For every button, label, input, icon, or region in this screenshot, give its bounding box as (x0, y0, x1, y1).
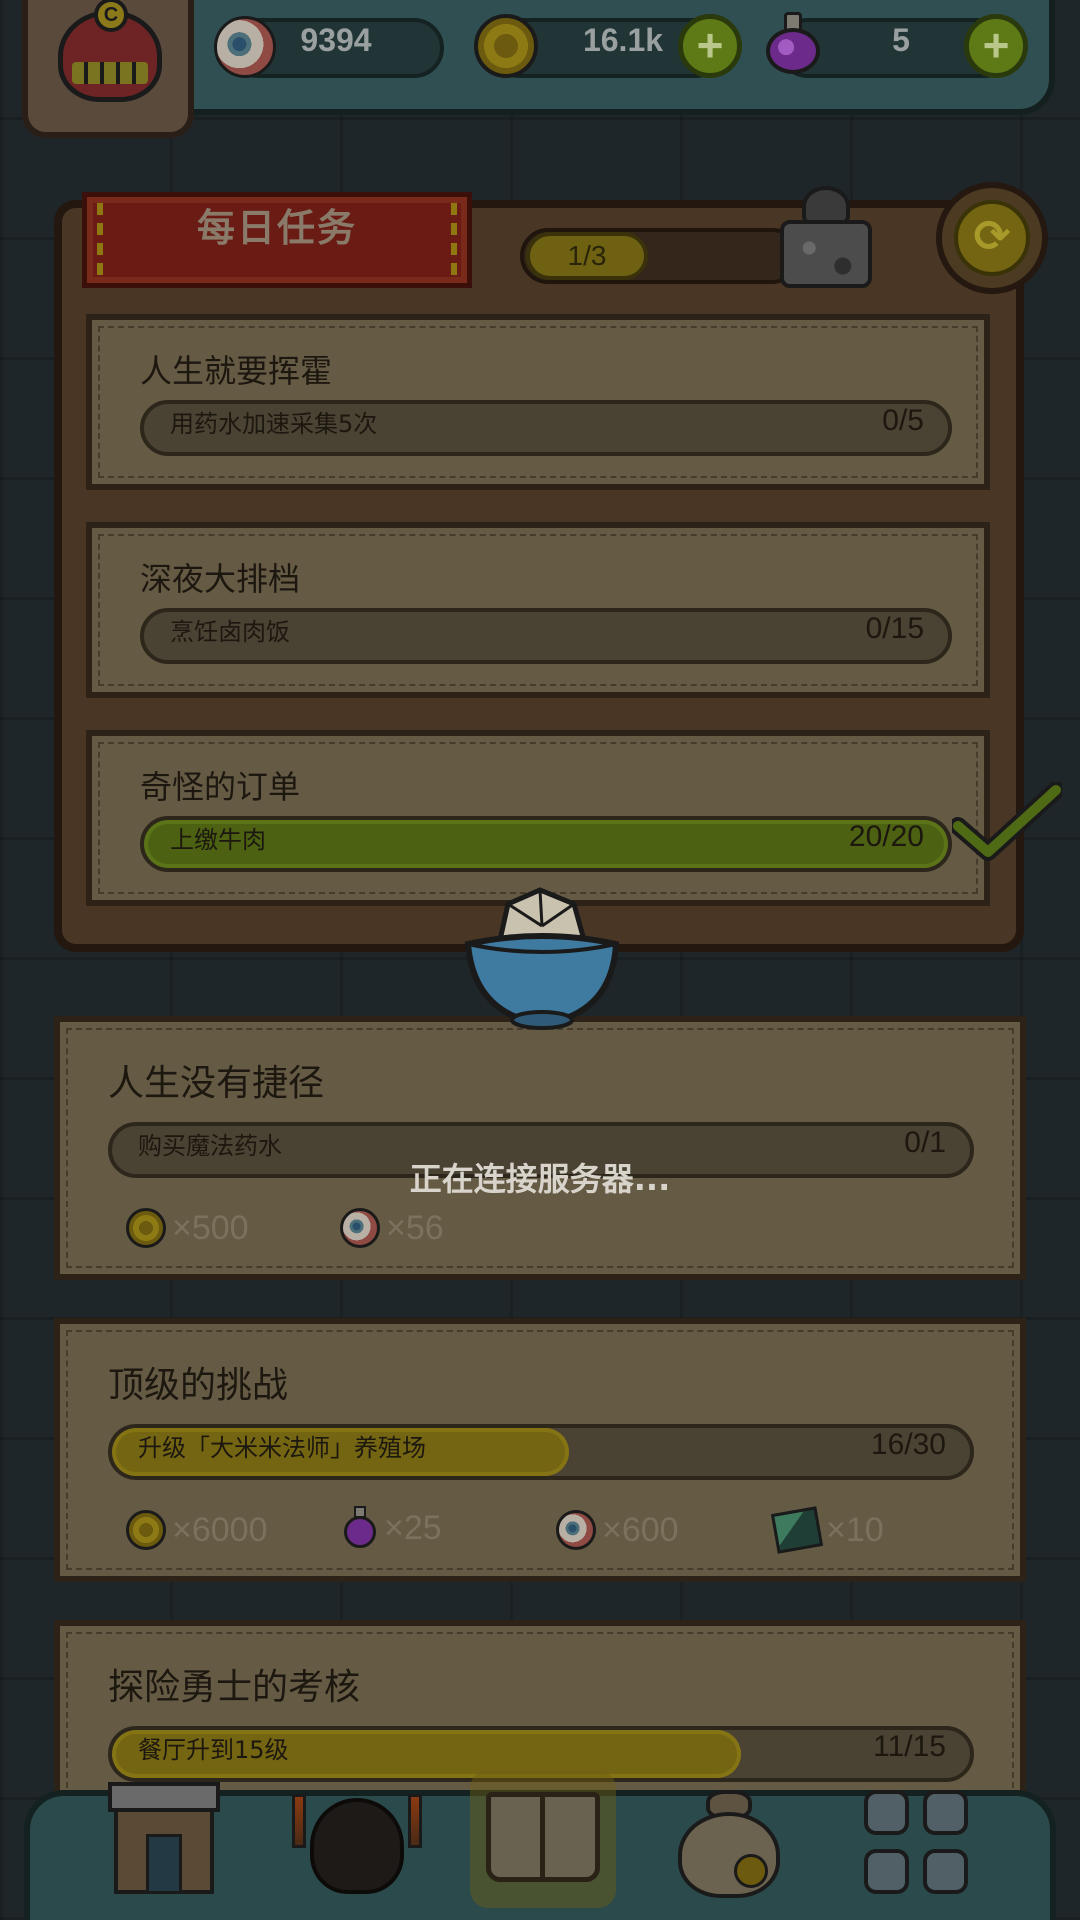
challenge-title: 顶级的挑战 (108, 1365, 289, 1406)
refresh-icon: ⟳ (954, 200, 1030, 276)
challenge-count: 11/15 (873, 1730, 946, 1763)
nav-monster-button[interactable] (292, 1784, 422, 1900)
challenge-description: 餐厅升到15级 (138, 1736, 289, 1764)
coin-bag-icon (678, 1812, 780, 1898)
mission-progress-bar: 上缴牛肉 20/20 (140, 816, 952, 872)
challenge-title: 人生没有捷径 (108, 1063, 325, 1104)
reward-item: ×500 (126, 1208, 249, 1248)
reward-item: ×25 (342, 1506, 442, 1550)
potion-icon (764, 12, 822, 76)
reward-amount: ×56 (386, 1208, 444, 1247)
reward-amount: ×500 (172, 1208, 249, 1247)
eye-icon (340, 1208, 380, 1248)
daily-mission-card: 人生就要挥霍 用药水加速采集5次 0/5 (86, 314, 990, 490)
connecting-status-text: 正在连接服务器... (409, 1160, 671, 1198)
card-icon (770, 1506, 824, 1554)
challenge-card: 顶级的挑战 升级「大米米法师」养殖场 16/30 ×6000 ×25 ×600 … (54, 1318, 1026, 1582)
challenge-card: 人生没有捷径 购买魔法药水 0/1 ×500 ×56 (54, 1016, 1026, 1280)
mission-progress-bar: 用药水加速采集5次 0/5 (140, 400, 952, 456)
coin-icon (474, 14, 538, 78)
nav-coin-bag-button[interactable] (676, 1784, 782, 1900)
daily-mission-card: 奇怪的订单 上缴牛肉 20/20 (86, 730, 990, 906)
reward-item: ×56 (340, 1208, 444, 1248)
nav-quest-book-button[interactable] (470, 1770, 616, 1908)
reward-amount: ×10 (826, 1510, 884, 1549)
reward-item: ×600 (556, 1510, 679, 1550)
add-coins-button[interactable]: + (678, 14, 742, 78)
mission-count: 0/15 (865, 612, 924, 645)
mission-description: 烹饪卤肉饭 (170, 618, 290, 646)
potion-icon (342, 1506, 378, 1550)
reward-item: ×6000 (126, 1510, 268, 1550)
mission-count: 0/5 (882, 404, 924, 437)
gift-box-icon[interactable] (776, 180, 876, 292)
mission-title: 深夜大排档 (140, 560, 301, 598)
monster-teeth (72, 62, 148, 84)
challenge-count: 16/30 (870, 1428, 946, 1461)
challenge-title: 探险勇士的考核 (108, 1667, 361, 1708)
reward-item: ×10 (770, 1506, 884, 1554)
mission-description: 上缴牛肉 (170, 826, 266, 854)
reward-amount: ×6000 (172, 1510, 268, 1549)
daily-mission-card: 深夜大排档 烹饪卤肉饭 0/15 (86, 522, 990, 698)
eye-icon (214, 16, 276, 78)
eye-icon (556, 1510, 596, 1550)
challenge-progress-bar: 升级「大米米法师」养殖场 16/30 (108, 1424, 974, 1480)
mission-count: 20/20 (848, 820, 924, 853)
mission-title: 人生就要挥霍 (140, 352, 333, 390)
nav-shop-button[interactable] (104, 1782, 226, 1900)
daily-mission-tab: 每日任务 (82, 192, 472, 288)
daily-progress-badge: 1/3 (526, 232, 648, 280)
mission-description: 用药水加速采集5次 (170, 410, 378, 438)
monster-icon (310, 1798, 404, 1894)
player-avatar[interactable]: C (22, 0, 194, 138)
nav-grid-menu-button[interactable] (864, 1790, 968, 1894)
refresh-button[interactable]: ⟳ (936, 182, 1048, 294)
grid-menu-icon (864, 1790, 909, 1835)
completed-check-icon (952, 782, 1062, 861)
reward-amount: ×25 (384, 1508, 442, 1547)
challenge-description: 升级「大米米法师」养殖场 (138, 1434, 426, 1462)
add-potions-button[interactable]: + (964, 14, 1028, 78)
mission-title: 奇怪的订单 (140, 768, 301, 806)
reward-amount: ×600 (602, 1510, 679, 1549)
mission-progress-bar: 烹饪卤肉饭 0/15 (140, 608, 952, 664)
coin-icon (126, 1510, 166, 1550)
daily-mission-title: 每日任务 (196, 206, 357, 250)
coin-icon (126, 1208, 166, 1248)
dice-bowl-loading-icon (464, 887, 620, 1030)
